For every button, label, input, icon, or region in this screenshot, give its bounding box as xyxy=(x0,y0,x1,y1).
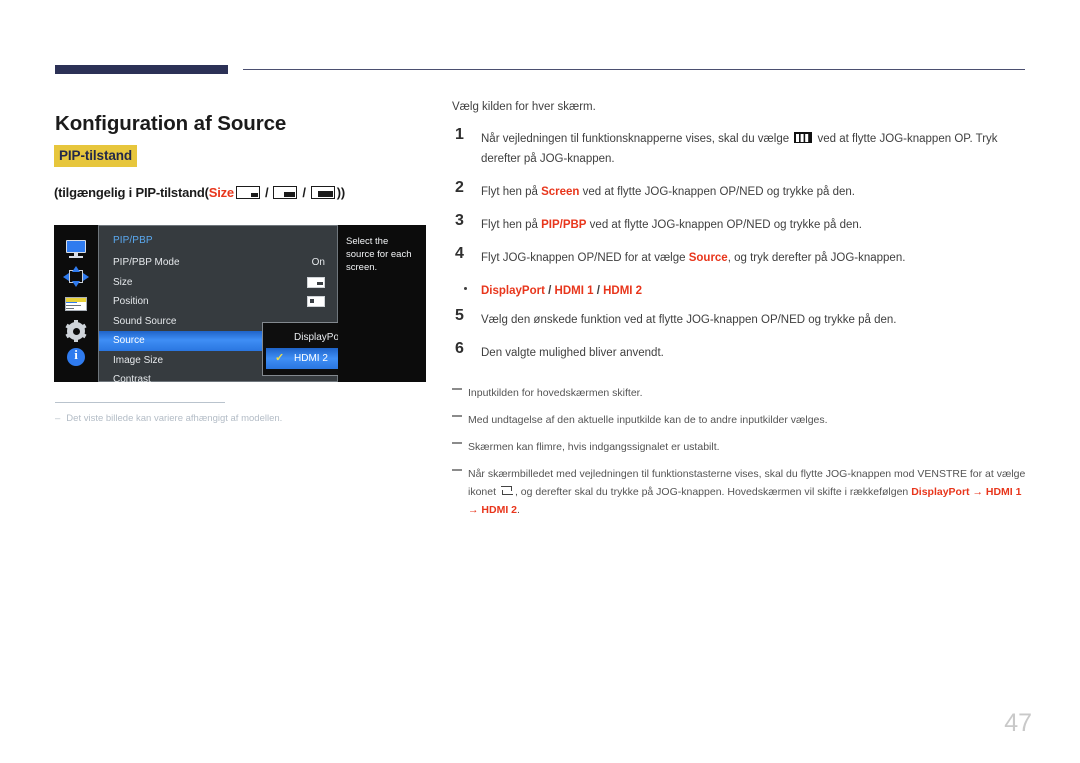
osd-row-pip-pbp-mode[interactable]: PIP/PBP Mode On xyxy=(99,253,337,273)
step-text: Flyt hen på PIP/PBP ved at flytte JOG-kn… xyxy=(481,219,862,231)
size-small-icon xyxy=(235,186,260,199)
step-number: 2 xyxy=(455,179,464,196)
step-number: 6 xyxy=(455,340,464,357)
position-value-icon xyxy=(307,296,325,308)
size-value-icon xyxy=(307,276,325,288)
osd-row-label: Sound Source xyxy=(113,315,177,327)
footnote-text: Det viste billede kan variere afhængigt … xyxy=(66,413,283,424)
instructions-column: Vælg kilden for hver skærm. 1 Når vejled… xyxy=(452,99,1026,527)
instruction-step-6: 6 Den valgte mulighed bliver anvendt. xyxy=(452,340,1026,363)
availability-prefix: (tilgængelig i PIP-tilstand( xyxy=(54,185,209,200)
osd-row-size[interactable]: Size xyxy=(99,273,337,293)
availability-line: (tilgængelig i PIP-tilstand( Size / / )) xyxy=(54,185,345,200)
note-text: Inputkilden for hovedskærmen skifter. xyxy=(468,387,643,399)
information-icon[interactable] xyxy=(63,347,89,368)
osd-icon-sidebar xyxy=(54,225,98,382)
availability-separator-1: / xyxy=(264,185,269,200)
bullet-dot-icon xyxy=(464,287,467,290)
step-number: 3 xyxy=(455,212,464,229)
step-text: Flyt hen på Screen ved at flytte JOG-kna… xyxy=(481,186,855,198)
source-swap-icon xyxy=(500,485,513,496)
instruction-step-5: 5 Vælg den ønskede funktion ved at flytt… xyxy=(452,307,1026,330)
page-number: 47 xyxy=(1004,709,1032,737)
note-dash-icon xyxy=(452,388,462,390)
instructions-intro: Vælg kilden for hver skærm. xyxy=(452,101,596,113)
step-number: 4 xyxy=(455,245,464,262)
note-dash-icon xyxy=(452,469,462,471)
note-item: Med undtagelse af den aktuelle inputkild… xyxy=(452,410,1026,428)
monitor-icon[interactable] xyxy=(63,239,89,260)
step-number: 1 xyxy=(455,126,464,143)
pip-position-arrows-icon[interactable] xyxy=(63,266,89,287)
note-dash-icon xyxy=(452,415,462,417)
header-rule xyxy=(55,64,1025,76)
step-text: Når vejledningen til funktionsknapperne … xyxy=(481,132,998,165)
availability-suffix: )) xyxy=(336,185,346,200)
header-rule-thick xyxy=(55,65,228,74)
instruction-step-3: 3 Flyt hen på PIP/PBP ved at flytte JOG-… xyxy=(452,212,1026,235)
section-badge: PIP-tilstand xyxy=(54,145,138,167)
left-note-divider xyxy=(55,402,225,403)
system-gear-icon[interactable] xyxy=(63,320,89,342)
instruction-step-1: 1 Når vejledningen til funktionsknappern… xyxy=(452,126,1026,169)
osd-row-label: Contrast xyxy=(113,374,151,385)
note-text: Skærmen kan flimre, hvis indgangssignale… xyxy=(468,441,720,453)
availability-separator-2: / xyxy=(302,185,306,200)
osd-help-panel: Select the source for each screen. xyxy=(338,225,426,382)
note-dash-icon xyxy=(452,442,462,444)
osd-row-label: Size xyxy=(113,276,133,288)
step-text: Vælg den ønskede funktion ved at flytte … xyxy=(481,314,897,326)
osd-row-value: On xyxy=(311,257,325,268)
header-rule-thin xyxy=(243,69,1025,70)
footnote-dash: – xyxy=(55,413,61,424)
osd-row-label: Source xyxy=(113,335,145,346)
source-options-bullet: DisplayPort / HDMI 1 / HDMI 2 xyxy=(452,281,1026,299)
onscreen-display-list-icon[interactable] xyxy=(63,293,89,314)
availability-size-label: Size xyxy=(208,185,234,200)
osd-menu-panel: PIP/PBP PIP/PBP Mode On Size Position So… xyxy=(98,225,384,385)
note-item: Skærmen kan flimre, hvis indgangssignale… xyxy=(452,437,1026,455)
note-item: Når skærmbilledet med vejledningen til f… xyxy=(452,464,1026,518)
size-large-icon xyxy=(310,186,335,199)
instruction-step-4: 4 Flyt JOG-knappen OP/NED for at vælge S… xyxy=(452,245,1026,268)
step-number: 5 xyxy=(455,307,464,324)
step-text: Flyt JOG-knappen OP/NED for at vælge Sou… xyxy=(481,252,906,264)
note-item: Inputkilden for hovedskærmen skifter. xyxy=(452,383,1026,401)
notes-list: Inputkilden for hovedskærmen skifter. Me… xyxy=(452,383,1026,518)
osd-row-label: PIP/PBP Mode xyxy=(113,257,180,268)
osd-row-position[interactable]: Position xyxy=(99,292,337,312)
checkmark-icon: ✓ xyxy=(275,352,285,364)
step-text: Den valgte mulighed bliver anvendt. xyxy=(481,347,664,359)
osd-row-label: Position xyxy=(113,296,149,307)
note-text: Med undtagelse af den aktuelle inputkild… xyxy=(468,414,828,426)
function-menu-icon xyxy=(794,132,813,143)
osd-screenshot: PIP/PBP PIP/PBP Mode On Size Position So… xyxy=(54,225,426,385)
source-option-label: HDMI 2 xyxy=(294,353,328,364)
osd-row-label: Image Size xyxy=(113,354,164,366)
osd-footnote: – Det viste billede kan variere afhængig… xyxy=(55,413,282,424)
size-medium-icon xyxy=(273,186,298,199)
osd-menu-header: PIP/PBP xyxy=(113,235,153,246)
page-title: Konfiguration af Source xyxy=(55,111,287,135)
instruction-step-2: 2 Flyt hen på Screen ved at flytte JOG-k… xyxy=(452,179,1026,202)
source-options-text: DisplayPort / HDMI 1 / HDMI 2 xyxy=(481,285,643,297)
note-text: Når skærmbilledet med vejledningen til f… xyxy=(468,468,1026,516)
